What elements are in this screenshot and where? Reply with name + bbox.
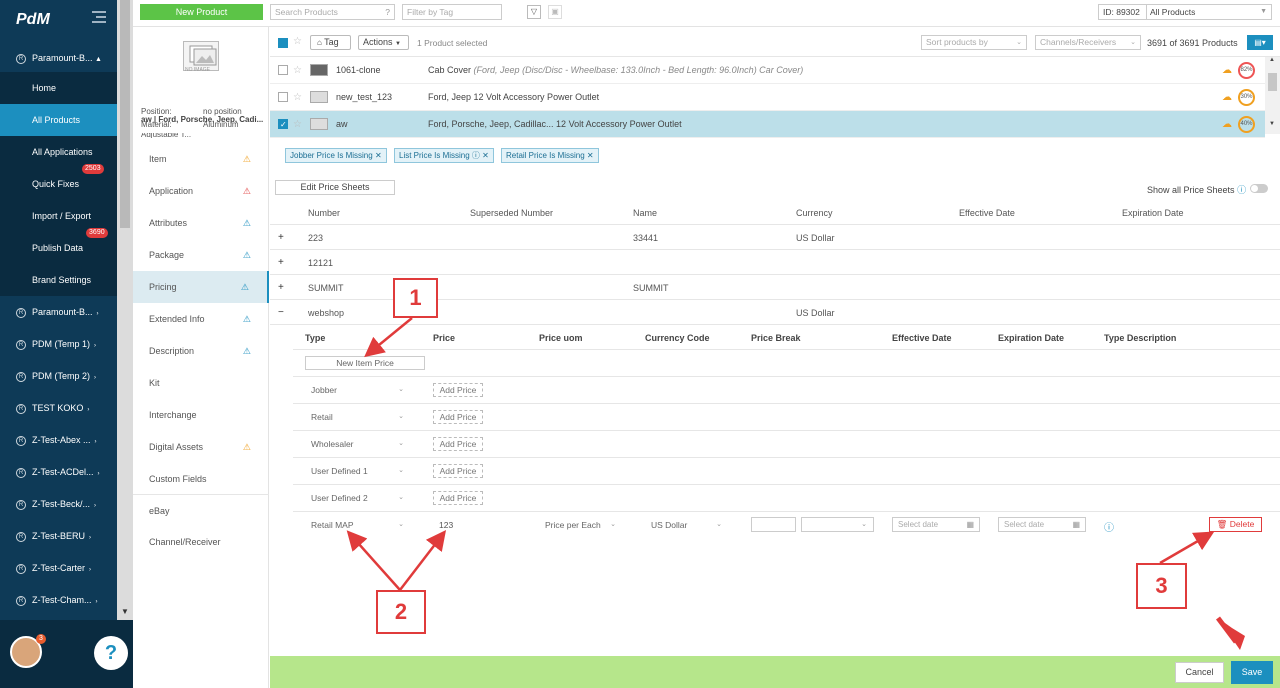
footer-bar — [270, 656, 1280, 688]
arrow-2a — [346, 530, 401, 591]
arrow-3 — [1159, 531, 1215, 565]
arrow-2b — [399, 530, 447, 591]
cancel-button[interactable]: Cancel — [1175, 662, 1224, 683]
arrow-1 — [364, 317, 413, 358]
annotation-arrows — [346, 317, 1245, 650]
save-button[interactable]: Save — [1231, 661, 1273, 684]
